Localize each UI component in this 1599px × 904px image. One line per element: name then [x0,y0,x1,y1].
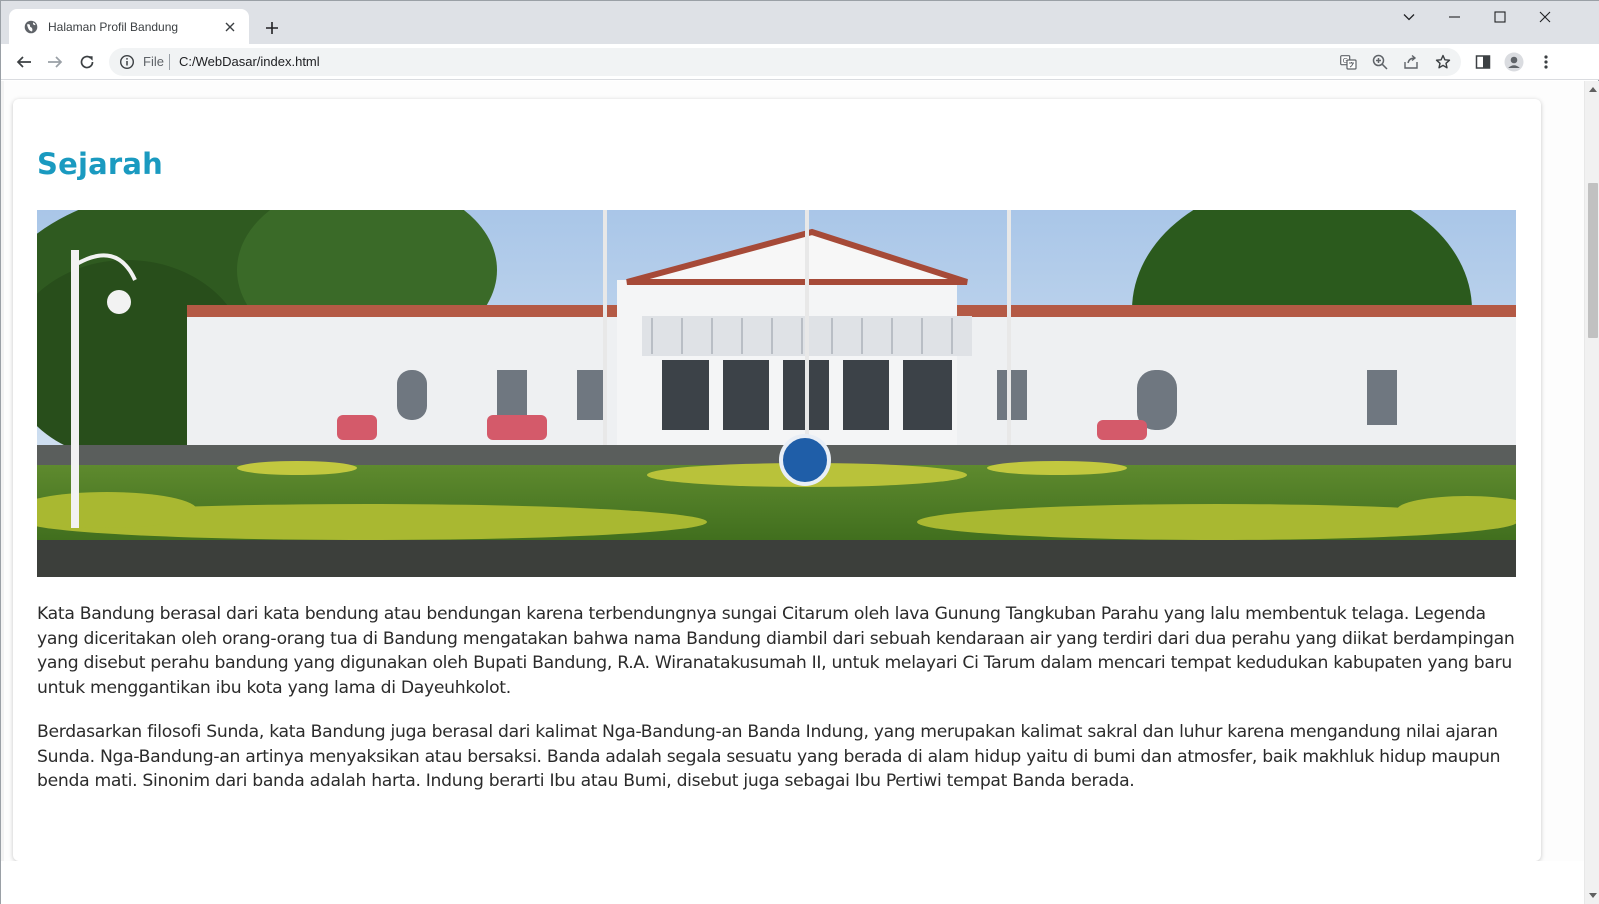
address-separator [169,54,170,70]
zoom-icon[interactable] [1371,53,1389,71]
browser-toolbar: File C:/WebDasar/index.html G [1,44,1599,80]
back-arrow-icon[interactable] [10,48,38,76]
tab-title: Halaman Profil Bandung [48,19,179,34]
scroll-up-arrow-icon[interactable] [1585,81,1599,98]
address-scheme-label: File [143,54,164,69]
translate-icon[interactable]: G [1339,53,1357,71]
vertical-scrollbar[interactable] [1584,81,1599,904]
maximize-icon[interactable] [1477,1,1522,33]
star-icon[interactable] [1434,53,1452,71]
page-bottom-area [1,861,1584,904]
address-url[interactable]: C:/WebDasar/index.html [179,54,320,69]
section-heading: Sejarah [37,147,163,181]
browser-window: Halaman Profil Bandung File C:/WebDasar/… [0,0,1599,904]
minimize-icon[interactable] [1432,1,1477,33]
globe-icon [23,19,39,35]
side-panel-icon[interactable] [1473,52,1493,72]
paragraph-2: Berdasarkan filosofi Sunda, kata Bandung… [37,722,1501,791]
page-viewport: Sejarah Kata Bandung berasal dari kata b… [1,81,1584,904]
page-edge [1,81,4,904]
kebab-menu-icon[interactable] [1536,52,1556,72]
scrollbar-thumb[interactable] [1588,183,1598,338]
close-window-icon[interactable] [1522,1,1567,33]
tab-strip: Halaman Profil Bandung [1,1,1599,44]
tab-active[interactable]: Halaman Profil Bandung [9,9,249,44]
close-icon[interactable] [221,18,239,36]
history-card: Sejarah Kata Bandung berasal dari kata b… [13,99,1541,861]
plus-icon[interactable] [259,15,285,41]
reload-icon[interactable] [73,48,101,76]
info-icon[interactable] [119,54,135,70]
chevron-down-icon[interactable] [1386,1,1431,33]
history-image [37,210,1516,577]
paragraph-1: Kata Bandung berasal dari kata bendung a… [37,604,1515,698]
address-bar[interactable]: File C:/WebDasar/index.html G [109,48,1461,76]
forward-arrow-icon[interactable] [41,48,69,76]
share-icon[interactable] [1402,53,1420,71]
scroll-down-arrow-icon[interactable] [1585,887,1599,904]
profile-icon[interactable] [1504,52,1524,72]
